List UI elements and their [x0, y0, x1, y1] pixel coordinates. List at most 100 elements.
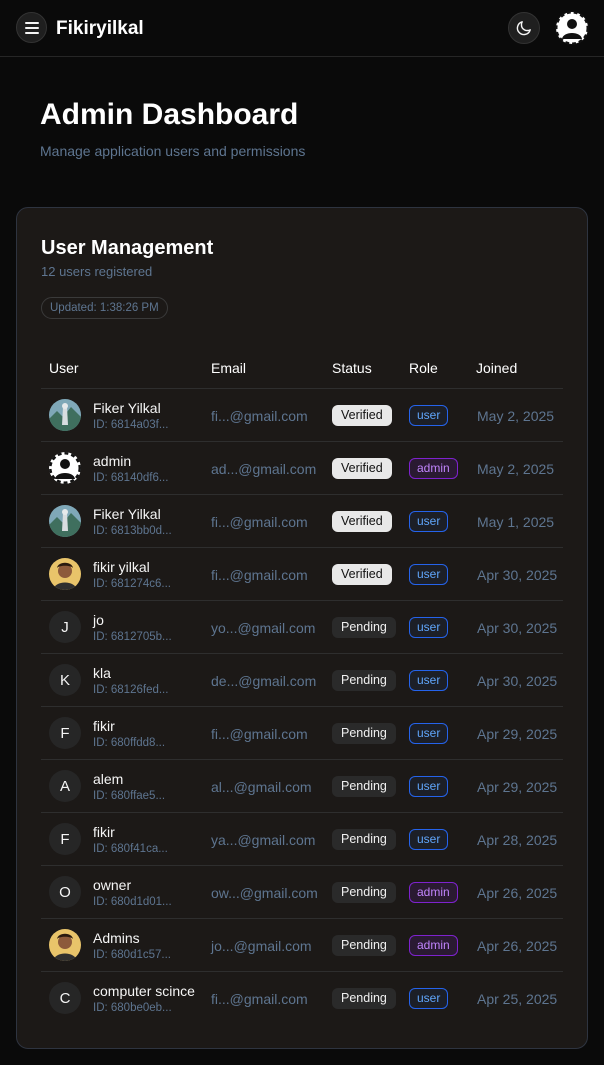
- avatar: J: [49, 611, 81, 643]
- user-avatar-icon: [555, 11, 589, 45]
- user-name: Fiker Yilkal: [93, 400, 161, 416]
- joined-date: Apr 29, 2025: [477, 726, 558, 742]
- role-badge[interactable]: user: [409, 829, 449, 850]
- role-badge[interactable]: user: [409, 988, 449, 1009]
- updated-badge: Updated: 1:38:26 PM: [41, 297, 168, 319]
- table-row[interactable]: admin ID: 68140df6... ad...@gmail.com Ve…: [41, 442, 563, 495]
- user-email: fi...@gmail.com: [211, 991, 308, 1007]
- role-badge[interactable]: user: [409, 723, 449, 744]
- user-name: computer scince: [93, 983, 195, 999]
- users-table: User Email Status Role Joined Fiker Yilk…: [41, 351, 563, 1025]
- avatar: [49, 558, 81, 590]
- user-name: kla: [93, 665, 111, 681]
- user-name: fikir yilkal: [93, 559, 150, 575]
- user-avatar-button[interactable]: [555, 11, 589, 45]
- user-id: ID: 68126fed...: [93, 684, 169, 696]
- joined-date: Apr 28, 2025: [477, 832, 558, 848]
- joined-date: Apr 26, 2025: [477, 938, 558, 954]
- user-email: ow...@gmail.com: [211, 885, 318, 901]
- status-badge: Pending: [332, 723, 396, 744]
- user-name: admin: [93, 453, 132, 469]
- table-row[interactable]: A alem ID: 680ffae5... al...@gmail.com P…: [41, 760, 563, 813]
- joined-date: Apr 25, 2025: [477, 991, 558, 1007]
- role-badge[interactable]: user: [409, 670, 449, 691]
- table-row[interactable]: Fiker Yilkal ID: 6814a03f... fi...@gmail…: [41, 389, 563, 442]
- table-row[interactable]: fikir yilkal ID: 681274c6... fi...@gmail…: [41, 548, 563, 601]
- column-header-joined[interactable]: Joined: [476, 360, 517, 376]
- avatar: [49, 505, 81, 537]
- user-id: ID: 6814a03f...: [93, 419, 169, 431]
- theme-toggle-button[interactable]: [508, 12, 540, 44]
- table-row[interactable]: J jo ID: 6812705b... yo...@gmail.com Pen…: [41, 601, 563, 654]
- avatar: [49, 452, 81, 484]
- user-email: ad...@gmail.com: [211, 461, 317, 477]
- avatar: F: [49, 823, 81, 855]
- table-row[interactable]: K kla ID: 68126fed... de...@gmail.com Pe…: [41, 654, 563, 707]
- top-navbar: Fikiryilkal: [0, 0, 604, 57]
- table-row[interactable]: C computer scince ID: 680be0eb... fi...@…: [41, 972, 563, 1025]
- role-badge[interactable]: user: [409, 776, 449, 797]
- avatar-initial: F: [60, 724, 70, 742]
- user-id: ID: 6813bb0d...: [93, 525, 172, 537]
- user-email: ya...@gmail.com: [211, 832, 316, 848]
- moon-icon: [516, 21, 531, 36]
- page-title: Admin Dashboard: [40, 98, 299, 131]
- status-badge: Verified: [332, 405, 392, 426]
- user-id: ID: 680be0eb...: [93, 1002, 172, 1014]
- table-row[interactable]: O owner ID: 680d1d01... ow...@gmail.com …: [41, 866, 563, 919]
- role-badge[interactable]: user: [409, 511, 449, 532]
- role-badge[interactable]: admin: [409, 935, 458, 956]
- brand-title[interactable]: Fikiryilkal: [56, 18, 144, 40]
- user-email: de...@gmail.com: [211, 673, 317, 689]
- user-id: ID: 680d1d01...: [93, 896, 172, 908]
- user-name: fikir: [93, 718, 115, 734]
- avatar: K: [49, 664, 81, 696]
- user-email: fi...@gmail.com: [211, 514, 308, 530]
- column-header-role[interactable]: Role: [409, 360, 438, 376]
- joined-date: Apr 29, 2025: [477, 779, 558, 795]
- menu-icon: [24, 21, 39, 34]
- user-id: ID: 680ffdd8...: [93, 737, 166, 749]
- page-subtitle: Manage application users and permissions: [40, 143, 306, 159]
- table-row[interactable]: F fikir ID: 680f41ca... ya...@gmail.com …: [41, 813, 563, 866]
- user-email: jo...@gmail.com: [211, 938, 312, 954]
- joined-date: May 2, 2025: [477, 408, 555, 424]
- role-badge[interactable]: user: [409, 405, 449, 426]
- avatar: F: [49, 717, 81, 749]
- role-badge[interactable]: admin: [409, 882, 458, 903]
- landscape-photo-icon: [49, 505, 81, 537]
- user-name: owner: [93, 877, 132, 893]
- user-email: fi...@gmail.com: [211, 408, 308, 424]
- status-badge: Pending: [332, 617, 396, 638]
- user-email: fi...@gmail.com: [211, 567, 308, 583]
- user-id: ID: 681274c6...: [93, 578, 171, 590]
- avatar: A: [49, 770, 81, 802]
- menu-button[interactable]: [16, 12, 47, 43]
- status-badge: Pending: [332, 829, 396, 850]
- status-badge: Pending: [332, 988, 396, 1009]
- user-id: ID: 680d1c57...: [93, 949, 171, 961]
- column-header-status[interactable]: Status: [332, 360, 372, 376]
- table-row[interactable]: Fiker Yilkal ID: 6813bb0d... fi...@gmail…: [41, 495, 563, 548]
- user-id: ID: 680ffae5...: [93, 790, 166, 802]
- status-badge: Verified: [332, 564, 392, 585]
- role-badge[interactable]: user: [409, 617, 449, 638]
- column-header-user[interactable]: User: [49, 360, 79, 376]
- profile-icon-icon: [49, 452, 81, 484]
- table-row[interactable]: F fikir ID: 680ffdd8... fi...@gmail.com …: [41, 707, 563, 760]
- table-row[interactable]: Admins ID: 680d1c57... jo...@gmail.com P…: [41, 919, 563, 972]
- role-badge[interactable]: user: [409, 564, 449, 585]
- user-id: ID: 680f41ca...: [93, 843, 168, 855]
- status-badge: Pending: [332, 776, 396, 797]
- status-badge: Verified: [332, 511, 392, 532]
- user-name: jo: [93, 612, 104, 628]
- user-count: 12 users registered: [41, 264, 153, 279]
- avatar-initial: C: [59, 989, 71, 1007]
- status-badge: Pending: [332, 882, 396, 903]
- user-name: alem: [93, 771, 124, 787]
- role-badge[interactable]: admin: [409, 458, 458, 479]
- avatar: [49, 399, 81, 431]
- user-id: ID: 68140df6...: [93, 472, 169, 484]
- column-header-email[interactable]: Email: [211, 360, 246, 376]
- user-id: ID: 6812705b...: [93, 631, 172, 643]
